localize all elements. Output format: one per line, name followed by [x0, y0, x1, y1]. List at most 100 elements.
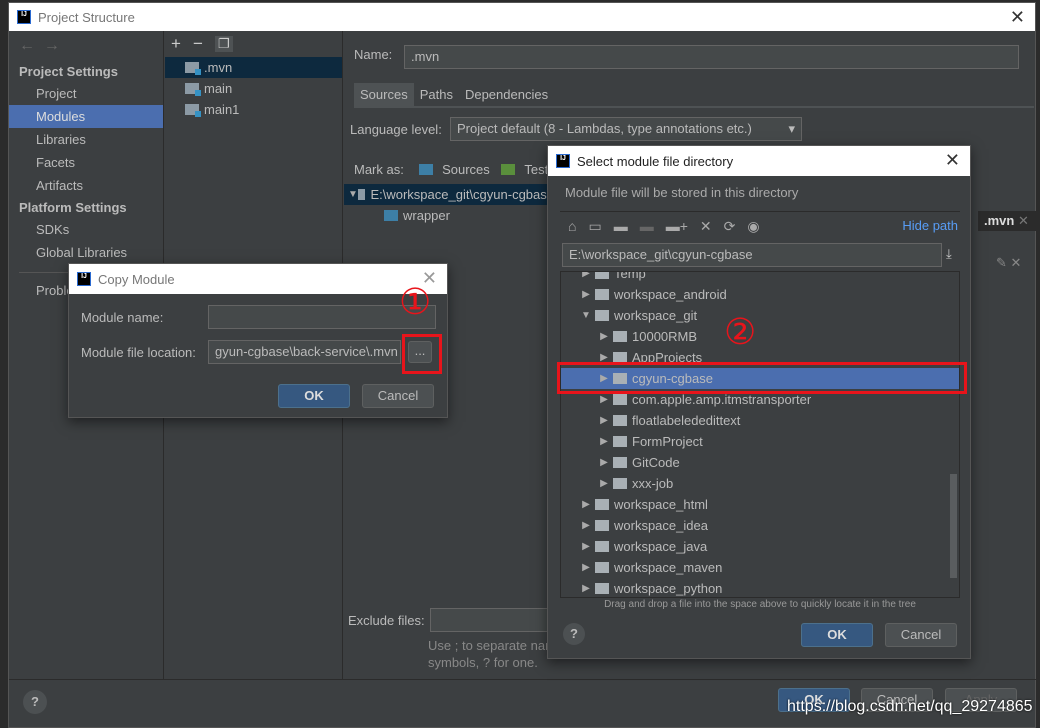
module-name-label: Module name:: [81, 310, 164, 325]
sidebar-item-libraries[interactable]: Libraries: [9, 128, 163, 151]
tree-node[interactable]: ▶ workspace_maven: [561, 557, 959, 578]
mark-sources-button[interactable]: Sources: [442, 162, 490, 177]
collapsed-arrow-icon[interactable]: ▶: [595, 394, 613, 405]
name-input[interactable]: .mvn: [404, 45, 1019, 69]
tab-sources[interactable]: Sources: [354, 83, 414, 106]
delete-icon[interactable]: ✕: [700, 218, 712, 235]
sidebar-item-sdks[interactable]: SDKs: [9, 218, 163, 241]
annotation-number-1: ①: [399, 281, 432, 322]
close-icon[interactable]: ✕: [1018, 213, 1029, 228]
tree-node[interactable]: ▶ FormProject: [561, 431, 959, 452]
tree-node[interactable]: ▶ workspace_html: [561, 494, 959, 515]
sidebar-item-artifacts[interactable]: Artifacts: [9, 174, 163, 197]
tree-node[interactable]: ▶ workspace_java: [561, 536, 959, 557]
tree-node[interactable]: ▶ GitCode: [561, 452, 959, 473]
wrapper-folder[interactable]: wrapper: [384, 205, 450, 226]
exclude-hint: Use ; to separate name patterns, * for a…: [428, 638, 548, 670]
close-icon[interactable]: ✕: [945, 150, 960, 171]
collapsed-arrow-icon[interactable]: ▶: [577, 499, 595, 510]
refresh-icon[interactable]: ⟳: [724, 218, 736, 235]
side-tab[interactable]: .mvn ✕: [978, 211, 1040, 231]
tree-node-label: workspace_git: [614, 308, 698, 323]
desktop-icon[interactable]: ▭: [588, 218, 601, 235]
help-button[interactable]: ?: [563, 623, 585, 645]
collapsed-arrow-icon[interactable]: ▶: [595, 478, 613, 489]
window-title: Project Structure: [38, 9, 135, 25]
sources-folder-icon: [419, 164, 434, 175]
forward-arrow-icon[interactable]: →: [44, 37, 60, 54]
tree-node-label: workspace_java: [614, 539, 708, 554]
module-item[interactable]: .mvn: [165, 57, 342, 78]
folder-icon: [613, 394, 627, 405]
tree-node-label: GitCode: [632, 455, 680, 470]
collapsed-arrow-icon[interactable]: ▶: [577, 583, 595, 594]
intellij-logo-icon: IJ: [556, 154, 570, 168]
sidebar-item-project[interactable]: Project: [9, 82, 163, 105]
remove-icon[interactable]: −: [193, 34, 203, 54]
tree-node-label: workspace_idea: [614, 518, 708, 533]
dialog-title: Copy Module: [98, 271, 175, 287]
project-folder-icon[interactable]: ▬: [614, 218, 628, 235]
collapsed-arrow-icon[interactable]: ▶: [595, 457, 613, 468]
tree-node[interactable]: ▶ floatlabelededittext: [561, 410, 959, 431]
collapsed-arrow-icon[interactable]: ▶: [577, 562, 595, 573]
collapsed-arrow-icon[interactable]: ▶: [595, 331, 613, 342]
folder-icon: [613, 436, 627, 447]
collapsed-arrow-icon[interactable]: ▶: [577, 520, 595, 531]
cancel-button[interactable]: Cancel: [885, 623, 957, 647]
tree-node[interactable]: ▶ Temp: [561, 271, 959, 284]
add-icon[interactable]: +: [171, 34, 181, 54]
module-location-input[interactable]: gyun-cgbase\back-service\.mvn: [208, 340, 401, 364]
language-level-select[interactable]: Project default (8 - Lambdas, type annot…: [450, 117, 802, 141]
sidebar-item-modules[interactable]: Modules: [9, 105, 163, 128]
help-button[interactable]: ?: [23, 690, 47, 714]
new-folder-icon[interactable]: ▬+: [666, 218, 688, 235]
folder-icon: [613, 457, 627, 468]
tree-node[interactable]: ▶ workspace_python: [561, 578, 959, 597]
module-folder-icon: [185, 83, 201, 96]
tree-node[interactable]: ▶ 10000RMB: [561, 326, 959, 347]
show-hidden-icon[interactable]: ◉: [747, 218, 759, 235]
chevron-down-icon: ▾: [788, 121, 795, 136]
module-item[interactable]: main: [165, 78, 342, 99]
tab-dependencies[interactable]: Dependencies: [459, 83, 554, 106]
home-icon[interactable]: ⌂: [568, 218, 576, 235]
ok-button[interactable]: OK: [278, 384, 350, 408]
copy-module-dialog: IJ Copy Module ✕ Module name: Module file …: [68, 263, 448, 418]
path-input[interactable]: E:\workspace_git\cgyun-cgbase: [562, 243, 942, 267]
tree-node[interactable]: ▶ xxx-job: [561, 473, 959, 494]
hide-path-link[interactable]: Hide path: [902, 218, 958, 233]
collapsed-arrow-icon[interactable]: ▶: [577, 289, 595, 300]
cancel-button[interactable]: Cancel: [362, 384, 434, 408]
tree-node-label: workspace_python: [614, 581, 723, 596]
edit-icon[interactable]: ✎ ✕: [996, 255, 1021, 271]
tree-node[interactable]: ▶ workspace_android: [561, 284, 959, 305]
tree-node[interactable]: ▶ workspace_idea: [561, 515, 959, 536]
collapsed-arrow-icon[interactable]: ▶: [595, 415, 613, 426]
collapsed-arrow-icon[interactable]: ▶: [577, 541, 595, 552]
tree-node-label: FormProject: [632, 434, 703, 449]
copy-icon[interactable]: ❐: [214, 36, 233, 52]
folder-icon: [595, 583, 609, 594]
tab-paths[interactable]: Paths: [414, 83, 459, 106]
collapsed-arrow-icon[interactable]: ▶: [595, 436, 613, 447]
ok-button[interactable]: OK: [801, 623, 873, 647]
sidebar-item-global-libraries[interactable]: Global Libraries: [9, 241, 163, 264]
collapsed-arrow-icon[interactable]: ▶: [577, 272, 595, 279]
annotation-number-2: ②: [724, 311, 757, 352]
sidebar-item-facets[interactable]: Facets: [9, 151, 163, 174]
module-folder-icon[interactable]: ▬: [640, 218, 654, 235]
back-arrow-icon[interactable]: ←: [19, 37, 35, 54]
expanded-arrow-icon[interactable]: ▼: [577, 310, 595, 321]
module-item[interactable]: main1: [165, 99, 342, 120]
content-root[interactable]: ▼ E:\workspace_git\cgyun-cgbase: [344, 184, 554, 205]
close-icon[interactable]: ✕: [1010, 7, 1025, 28]
folder-icon: [595, 562, 609, 573]
tree-node-label: Temp: [614, 271, 646, 281]
download-icon[interactable]: ⤓: [946, 246, 952, 262]
folder-icon: [613, 415, 627, 426]
tree-node[interactable]: ▼ workspace_git: [561, 305, 959, 326]
tree-node-label: workspace_html: [614, 497, 708, 512]
mark-as-label: Mark as:: [354, 162, 404, 177]
scrollbar[interactable]: [950, 474, 957, 578]
